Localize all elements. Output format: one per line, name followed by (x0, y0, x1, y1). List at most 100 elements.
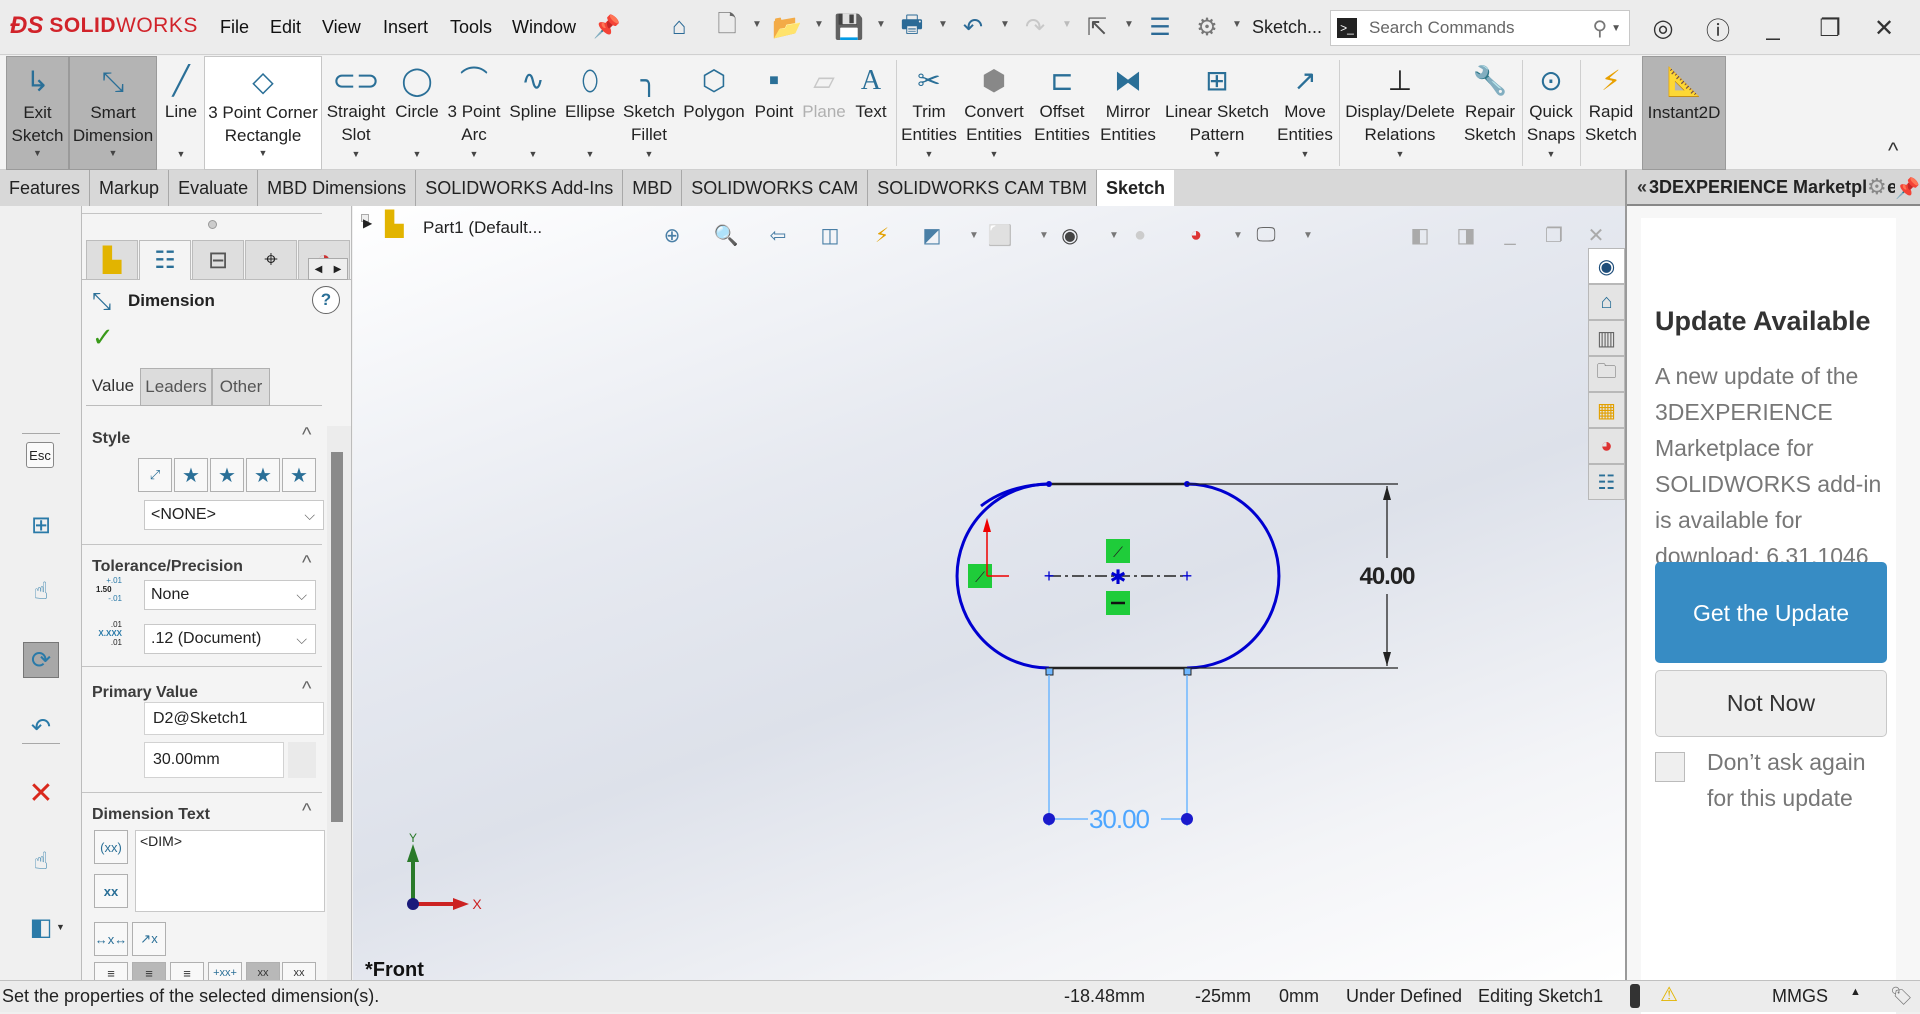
select-dropdown-icon[interactable]: ▼ (1124, 19, 1134, 30)
dropdown-arrow-icon[interactable]: ▼ (529, 143, 538, 166)
escape-key-icon[interactable]: Esc (26, 442, 54, 468)
new-dropdown-icon[interactable]: ▼ (752, 19, 762, 30)
apply-style-icon[interactable]: ⤢ (138, 458, 172, 492)
search-input[interactable]: Search Commands (1369, 18, 1592, 38)
configuration-manager-tab-icon[interactable]: ⊟ (192, 240, 244, 280)
polygon-button[interactable]: ⬡ Polygon (681, 56, 747, 170)
dropdown-arrow-icon[interactable]: ▼ (1213, 143, 1222, 166)
tag-icon[interactable]: 🏷 (1890, 986, 1913, 1007)
minimize-button[interactable]: _ (1755, 10, 1791, 46)
options-dropdown-icon[interactable]: ▼ (1232, 19, 1242, 30)
menu-window[interactable]: Window (512, 17, 576, 38)
feature-manager-tab-icon[interactable]: ▙ (86, 240, 138, 280)
convert-entities-button[interactable]: ⬢ Convert Entities ▼ (962, 56, 1026, 170)
text-underline-button[interactable]: xx (246, 962, 280, 980)
dropdown-arrow-icon[interactable]: ▼ (1301, 143, 1310, 166)
text-symbol-button[interactable]: +xx+ (208, 962, 242, 980)
dropdown-arrow-icon[interactable]: ▼ (925, 143, 934, 166)
tab-solidworks-cam[interactable]: SOLIDWORKS CAM (682, 170, 869, 206)
mirror-entities-button[interactable]: ⧓ Mirror Entities (1097, 56, 1159, 170)
add-parentheses-button[interactable]: (xx) (94, 830, 128, 864)
cancel-x-icon[interactable]: ✕ (26, 777, 56, 810)
pin-menu-icon[interactable]: 📌 (593, 14, 620, 40)
tab-leaders[interactable]: Leaders (140, 368, 212, 406)
align-left-button[interactable]: ≡ (94, 962, 128, 980)
offset-entities-button[interactable]: ⊏ Offset Entities (1030, 56, 1094, 170)
user-account-icon[interactable]: ◎ (1645, 10, 1681, 46)
dropdown-arrow-icon[interactable]: ▼ (1396, 143, 1405, 166)
help-icon[interactable]: ⓘ (1700, 10, 1736, 46)
solidworks-logo[interactable]: ƉS SOLIDWORKS (10, 12, 198, 40)
tab-mbd-dimensions[interactable]: MBD Dimensions (258, 170, 417, 206)
dimxpert-manager-tab-icon[interactable]: ⌖ (245, 240, 297, 280)
search-dropdown-icon[interactable]: ▼ (1611, 23, 1621, 34)
new-document-icon[interactable]: 🗋 (710, 10, 744, 44)
dimension-name-field[interactable]: D2@Sketch1 (144, 702, 324, 735)
circle-button[interactable]: ◯ Circle ▼ (392, 56, 442, 170)
point-button[interactable]: ■ Point (750, 56, 798, 170)
redo-icon[interactable]: ↷ (1018, 10, 1052, 44)
unit-system[interactable]: MMGS (1772, 986, 1828, 1007)
select-other-icon[interactable]: ☝ (26, 846, 56, 876)
open-icon[interactable]: 📂 (770, 10, 804, 44)
tab-solidworks-add-ins[interactable]: SOLIDWORKS Add-Ins (416, 170, 624, 206)
dropdown-arrow-icon[interactable]: ▼ (413, 143, 422, 166)
open-dropdown-icon[interactable]: ▼ (814, 19, 824, 30)
performance-warning-icon[interactable]: ⚠ (1660, 982, 1678, 1007)
redo-dropdown-icon[interactable]: ▼ (1062, 19, 1072, 30)
view-orientation-cube-icon[interactable]: ◧ (26, 912, 56, 942)
tab-markup[interactable]: Markup (90, 170, 170, 206)
view-orientation-dropdown-icon[interactable]: ▼ (56, 922, 65, 932)
print-icon[interactable]: 🖶 (895, 10, 929, 44)
file-properties-icon[interactable]: ☰ (1143, 10, 1177, 44)
undo-icon[interactable]: ↶ (26, 712, 56, 742)
unit-system-dropdown-icon[interactable]: ▲ (1850, 986, 1861, 998)
sketch-fillet-button[interactable]: ╮ Sketch Fillet ▼ (620, 56, 678, 170)
add-style-icon[interactable]: ★ (174, 458, 208, 492)
print-dropdown-icon[interactable]: ▼ (938, 19, 948, 30)
sketch-canvas[interactable]: + + ✱ ⟋ ⟋ 40.00 30.00 Y X *Front (353, 206, 1625, 980)
centerline-endpoint[interactable]: + (1182, 566, 1193, 586)
rotate-lock-icon[interactable]: ⟳ (23, 642, 59, 678)
collapse-primary-value-icon[interactable]: ^ (302, 678, 311, 701)
menu-edit[interactable]: Edit (270, 17, 301, 38)
dimension-value-field[interactable]: 30.00mm (144, 742, 284, 778)
collapse-pane-icon[interactable]: « (1637, 177, 1647, 198)
shortcut-toolbar-icon[interactable]: ⊞ (26, 510, 56, 540)
graphics-area[interactable]: ▶ ▙ Part1 (Default... ⊕ 🔍 ⇦ ◫ ⚡ ◩ ▼ ⬜ ▼ … (353, 206, 1625, 980)
tolerance-type-select[interactable]: None ⌵ (144, 580, 316, 610)
exit-sketch-button[interactable]: ↳ Exit Sketch ▼ (6, 56, 69, 170)
get-update-button[interactable]: Get the Update (1655, 562, 1887, 663)
scroll-right-icon[interactable]: ▶ (334, 264, 342, 275)
pm-scrollbar-thumb[interactable] (331, 452, 343, 822)
task-pane-pin-icon[interactable]: 📌 (1895, 176, 1920, 201)
arc-button[interactable]: ⌒ 3 Point Arc ▼ (445, 56, 503, 170)
align-center-button[interactable]: ≡ (132, 962, 166, 980)
line-button[interactable]: ╱ Line ▼ (160, 56, 202, 170)
dont-ask-again-checkbox[interactable] (1655, 752, 1685, 782)
close-button[interactable]: ✕ (1866, 10, 1902, 46)
ellipse-button[interactable]: ⬯ Ellipse ▼ (563, 56, 617, 170)
tab-evaluate[interactable]: Evaluate (169, 170, 259, 206)
scroll-left-icon[interactable]: ◀ (315, 264, 323, 275)
restore-button[interactable]: ❐ (1812, 10, 1848, 46)
display-delete-relations-button[interactable]: ⊥ Display/Delete Relations ▼ (1342, 56, 1458, 170)
trim-entities-button[interactable]: ✂ Trim Entities ▼ (899, 56, 959, 170)
centerline-endpoint[interactable]: + (1044, 566, 1055, 586)
linear-sketch-pattern-button[interactable]: ⊞ Linear Sketch Pattern ▼ (1162, 56, 1272, 170)
search-icon[interactable]: ⚲ (1592, 16, 1607, 41)
dropdown-arrow-icon[interactable]: ▼ (645, 143, 654, 166)
move-entities-button[interactable]: ↗ Move Entities ▼ (1275, 56, 1335, 170)
quick-snaps-button[interactable]: ⊙ Quick Snaps ▼ (1525, 56, 1577, 170)
home-icon[interactable]: ⌂ (662, 10, 696, 44)
repair-sketch-button[interactable]: 🔧 Repair Sketch (1461, 56, 1519, 170)
value-spinner[interactable] (288, 742, 316, 778)
tab-mbd[interactable]: MBD (623, 170, 683, 206)
tab-solidworks-cam-tbm[interactable]: SOLIDWORKS CAM TBM (868, 170, 1097, 206)
rebuild-traffic-light-icon[interactable] (1630, 984, 1640, 1008)
text-button[interactable]: A Text (850, 56, 892, 170)
options-gear-icon[interactable]: ⚙ (1190, 10, 1224, 44)
collapse-style-icon[interactable]: ^ (302, 424, 311, 447)
tab-value[interactable]: Value (86, 368, 140, 406)
menu-tools[interactable]: Tools (450, 17, 492, 38)
